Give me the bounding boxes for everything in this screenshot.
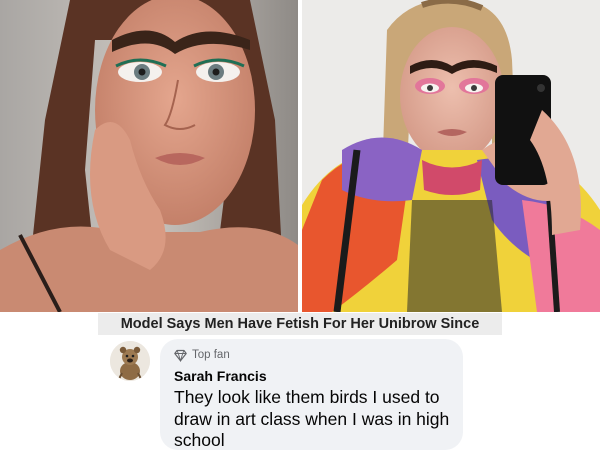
post-headline[interactable]: Model Says Men Have Fetish For Her Unibr… [98,313,502,335]
comment-text: They look like them birds I used to draw… [174,387,450,450]
diamond-icon [174,349,187,362]
comment-author[interactable]: Sarah Francis [174,367,451,385]
badge-label: Top fan [192,349,230,361]
post-photos [0,0,600,312]
top-fan-badge[interactable]: Top fan [174,347,451,363]
photo-left[interactable] [0,0,298,312]
avatar[interactable] [110,341,150,381]
photo-right[interactable] [302,0,600,312]
avatar-image [110,341,150,381]
photo-right-image [302,0,600,312]
comment-bubble: Top fan Sarah Francis They look like the… [160,339,463,450]
photo-left-image [0,0,298,312]
